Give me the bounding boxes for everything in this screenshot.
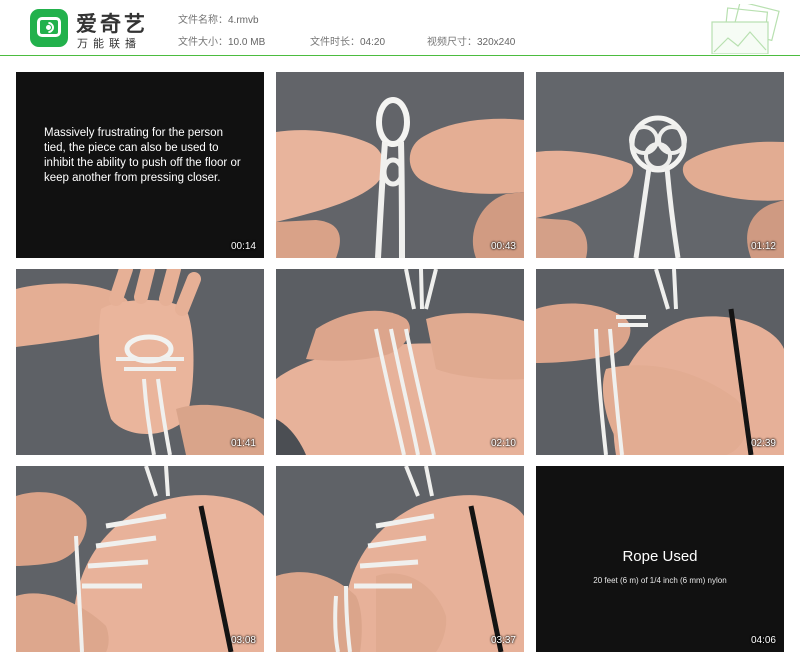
video-frame: [16, 269, 264, 455]
timestamp: 03:37: [490, 635, 516, 646]
duration-label: 文件时长：: [310, 37, 360, 48]
file-name-label: 文件名称：: [178, 15, 228, 26]
video-frame: [536, 269, 784, 455]
photo-stack-decoration-icon: [711, 4, 780, 54]
thumbnail-02-10[interactable]: 02:10: [276, 269, 524, 455]
file-name-info: 文件名称：4.rmvb: [178, 11, 259, 26]
brand-subtitle: 万能联播: [77, 37, 141, 50]
thumbnail-02-39[interactable]: 02:39: [536, 269, 784, 455]
header-divider: [0, 55, 800, 56]
timestamp: 00:43: [490, 241, 516, 252]
timestamp: 02:39: [750, 438, 776, 449]
file-size-value: 10.0 MB: [228, 37, 266, 48]
thumbnail-grid: Massively frustrating for the person tie…: [16, 72, 784, 652]
video-frame: [536, 115, 784, 258]
file-size-label: 文件大小：: [178, 37, 228, 48]
thumbnail-01-12[interactable]: 01:12: [536, 72, 784, 258]
rope-used-title: Rope Used: [622, 548, 698, 565]
dimensions-value: 320x240: [477, 37, 516, 48]
thumbnail-00-43[interactable]: 00:43: [276, 72, 524, 258]
duration-value: 04:20: [360, 37, 386, 48]
timestamp: 03:08: [230, 635, 256, 646]
thumbnail-00-14[interactable]: Massively frustrating for the person tie…: [16, 72, 264, 258]
dimensions-label: 视频尺寸：: [427, 37, 477, 48]
video-frame: [276, 97, 524, 258]
rope-used-description: 20 feet (6 m) of 1/4 inch (6 mm) nylon: [593, 576, 727, 585]
timestamp: 00:14: [230, 241, 256, 252]
brand-name: 爱奇艺: [76, 12, 148, 36]
thumbnail-03-37[interactable]: 03:37: [276, 466, 524, 652]
file-name-value: 4.rmvb: [228, 15, 259, 26]
iqiyi-logo-icon: [30, 9, 68, 47]
duration-info: 文件时长：04:20: [310, 33, 385, 48]
timestamp: 04:06: [750, 635, 776, 646]
video-frame: [276, 466, 524, 652]
timestamp: 01:12: [750, 241, 776, 252]
video-frame: [16, 466, 264, 652]
timestamp: 02:10: [490, 438, 516, 449]
timestamp: 01:41: [230, 438, 256, 449]
video-frame: [276, 269, 524, 455]
header: 爱奇艺 万能联播 文件名称：4.rmvb 文件大小：10.0 MB 文件时长：0…: [0, 0, 800, 56]
thumbnail-01-41[interactable]: 01:41: [16, 269, 264, 455]
file-size-info: 文件大小：10.0 MB: [178, 33, 265, 48]
thumbnail-04-06[interactable]: Rope Used 20 feet (6 m) of 1/4 inch (6 m…: [536, 466, 784, 652]
thumbnail-caption: Massively frustrating for the person tie…: [44, 127, 241, 184]
dimensions-info: 视频尺寸：320x240: [427, 33, 515, 48]
thumbnail-03-08[interactable]: 03:08: [16, 466, 264, 652]
